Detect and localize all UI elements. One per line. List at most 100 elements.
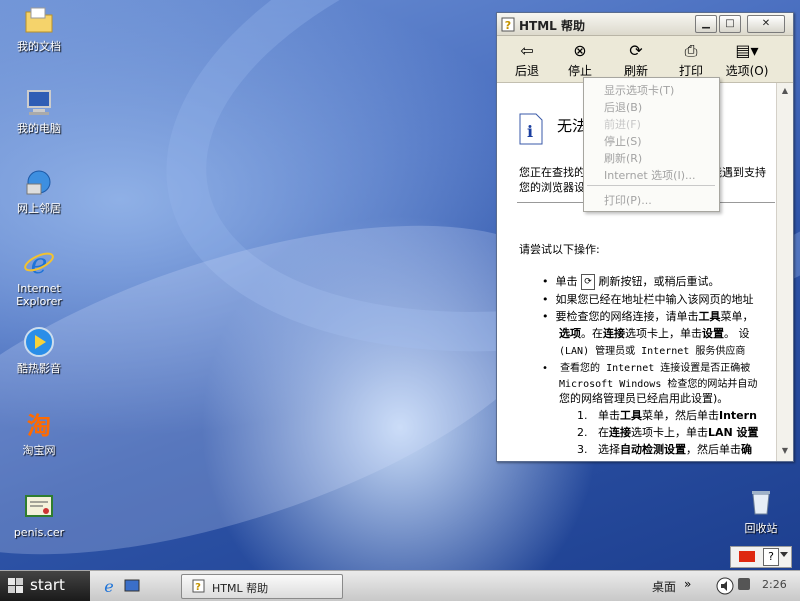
- back-arrow-icon: ⇦: [520, 41, 534, 60]
- chevron-down-icon[interactable]: [780, 552, 788, 557]
- step-text: 在: [598, 426, 609, 439]
- start-label: start: [30, 576, 65, 594]
- intro-text: 您正在查找的: [519, 166, 585, 179]
- ie-quicklaunch-icon[interactable]: e: [100, 577, 118, 595]
- try-text: 请尝试以下操作:: [519, 243, 600, 256]
- step-bold: Intern: [719, 409, 757, 422]
- menu-item-internet-options[interactable]: Internet 选项(I)...: [604, 167, 696, 183]
- desktop-icon-recycle-bin[interactable]: 回收站: [722, 486, 800, 535]
- step-text: ，然后单击: [686, 443, 741, 456]
- svg-text:e: e: [104, 577, 113, 595]
- bullet-item: • 要检查您的网络连接，请单击工具菜单，: [542, 308, 753, 324]
- svg-text:?: ?: [195, 582, 201, 593]
- print-button[interactable]: ⎙ 打印: [666, 40, 716, 79]
- step-item: 2. 在连接选项卡上，单击LAN 设置: [577, 424, 759, 440]
- network-icon: [26, 170, 51, 195]
- desktop-icon-taobao[interactable]: 淘 淘宝网: [0, 408, 78, 457]
- refresh-icon: ⟳: [629, 41, 643, 60]
- refresh-button[interactable]: ⟳ 刷新: [611, 40, 661, 79]
- double-chevron-icon[interactable]: »: [684, 577, 691, 591]
- desktop-icon-media-player[interactable]: 酷热影音: [0, 326, 78, 375]
- refresh-icon: ⟳: [580, 274, 595, 290]
- desktop-icon-label: 我的文档: [17, 40, 61, 53]
- scroll-down-icon[interactable]: ▼: [777, 443, 793, 459]
- taskbar: start e ? HTML 帮助 桌面 » 2:26: [0, 570, 800, 601]
- step-number: 3.: [577, 443, 588, 456]
- desktop-icon-label: 我的电脑: [17, 122, 61, 135]
- help-icon[interactable]: ?: [763, 548, 779, 566]
- menu-item-forward[interactable]: 前进(F): [604, 116, 641, 132]
- desktop-toolbar-label[interactable]: 桌面: [652, 578, 676, 595]
- desktop-icon-certificate[interactable]: penis.cer: [0, 490, 78, 539]
- step-bold: 确: [741, 443, 752, 456]
- menu-separator: [587, 185, 715, 186]
- menu-item-stop[interactable]: 停止(S): [604, 133, 642, 149]
- intro-text-line2: 您的浏览器设: [519, 181, 585, 194]
- menu-item-show-tabs[interactable]: 显示选项卡(T): [604, 82, 674, 98]
- close-button[interactable]: ✕: [747, 15, 785, 33]
- desktop-icon-my-computer[interactable]: 我的电脑: [0, 86, 78, 135]
- start-button[interactable]: start: [0, 571, 90, 601]
- bullet-text: 。 设: [724, 327, 750, 340]
- bullet-text: 要检查您的网络连接，请单击: [555, 310, 699, 323]
- step-item: 3. 选择自动检测设置，然后单击确: [577, 441, 752, 457]
- desktop-icon-network[interactable]: 网上邻居: [0, 166, 78, 215]
- bullet-text: 菜单，: [720, 310, 754, 323]
- step-text: 选择: [598, 443, 620, 456]
- step-bold: 连接: [609, 426, 631, 439]
- step-bold: 工具: [620, 409, 642, 422]
- bullet-bold: 设置: [702, 327, 724, 340]
- help-toolbar: ⇦ 后退 ⊗ 停止 ⟳ 刷新 ⎙ 打印 ▤▾ 选项(O): [497, 36, 793, 83]
- refresh-label: 刷新: [623, 64, 648, 78]
- show-desktop-icon[interactable]: [124, 578, 140, 594]
- ie-icon: e: [24, 247, 54, 278]
- stop-button[interactable]: ⊗ 停止: [555, 40, 605, 79]
- bullet-text: 选项卡上，单击: [625, 327, 702, 340]
- desktop-icon-label: 酷热影音: [17, 362, 61, 375]
- bullet-item: • 如果您已经在地址栏中输入该网页的地址: [542, 291, 753, 307]
- bullet-text: 如果您已经在地址栏中输入该网页的地址: [555, 293, 754, 306]
- back-label: 后退: [514, 64, 539, 78]
- options-button[interactable]: ▤▾ 选项(O): [717, 40, 777, 79]
- language-bar[interactable]: ?: [730, 546, 792, 568]
- step-number: 1.: [577, 409, 588, 422]
- desktop-icon-label: Internet Explorer: [16, 282, 62, 308]
- desktop-icon-label: penis.cer: [13, 526, 65, 539]
- desktop-icon-label: 淘宝网: [22, 444, 56, 457]
- options-label: 选项(O): [725, 64, 769, 78]
- scroll-up-icon[interactable]: ▲: [777, 83, 793, 99]
- menu-item-refresh[interactable]: 刷新(R): [604, 150, 642, 166]
- media-player-icon: [24, 327, 54, 357]
- bullet-bold: 工具: [698, 310, 721, 323]
- menu-item-back[interactable]: 后退(B): [604, 99, 642, 115]
- bullet-text: 。在: [581, 327, 603, 340]
- bullet-icon: •: [542, 293, 556, 306]
- svg-text:e: e: [31, 247, 48, 278]
- desktop-icon-my-documents[interactable]: 我的文档: [0, 4, 78, 53]
- print-icon: ⎙: [684, 41, 698, 60]
- taskbar-button-html-help[interactable]: ? HTML 帮助: [181, 574, 343, 599]
- bullet-text: 刷新按钮，或稍后重试。: [594, 275, 720, 288]
- bullet-continuation: 您的网络管理员已经启用此设置)。: [559, 392, 729, 405]
- bullet-icon: •: [542, 275, 556, 288]
- bullet-bold: 选项: [559, 327, 581, 340]
- options-menu: 显示选项卡(T) 后退(B) 前进(F) 停止(S) 刷新(R) Interne…: [583, 77, 720, 212]
- info-page-icon: i: [519, 113, 543, 145]
- maximize-button[interactable]: □: [719, 15, 741, 33]
- minimize-button[interactable]: ▁: [695, 15, 717, 33]
- svg-text:i: i: [527, 122, 533, 141]
- help-file-icon: ?: [501, 17, 515, 32]
- step-text: 菜单，然后单击: [642, 409, 719, 422]
- title-bar[interactable]: ? HTML 帮助 ▁ □ ✕: [497, 13, 793, 36]
- tray-app-icon[interactable]: [738, 578, 750, 590]
- clock[interactable]: 2:26: [762, 578, 787, 591]
- vertical-scrollbar[interactable]: ▲ ▼: [776, 83, 793, 461]
- computer-icon: [27, 90, 51, 115]
- volume-icon[interactable]: [716, 577, 734, 595]
- back-button[interactable]: ⇦ 后退: [502, 40, 552, 79]
- menu-item-print[interactable]: 打印(P)...: [604, 192, 652, 208]
- folder-icon: [25, 7, 53, 33]
- bullet-text: 单击: [555, 275, 578, 288]
- desktop-icon-label: 回收站: [744, 522, 778, 535]
- desktop-icon-internet-explorer[interactable]: e Internet Explorer: [0, 246, 78, 308]
